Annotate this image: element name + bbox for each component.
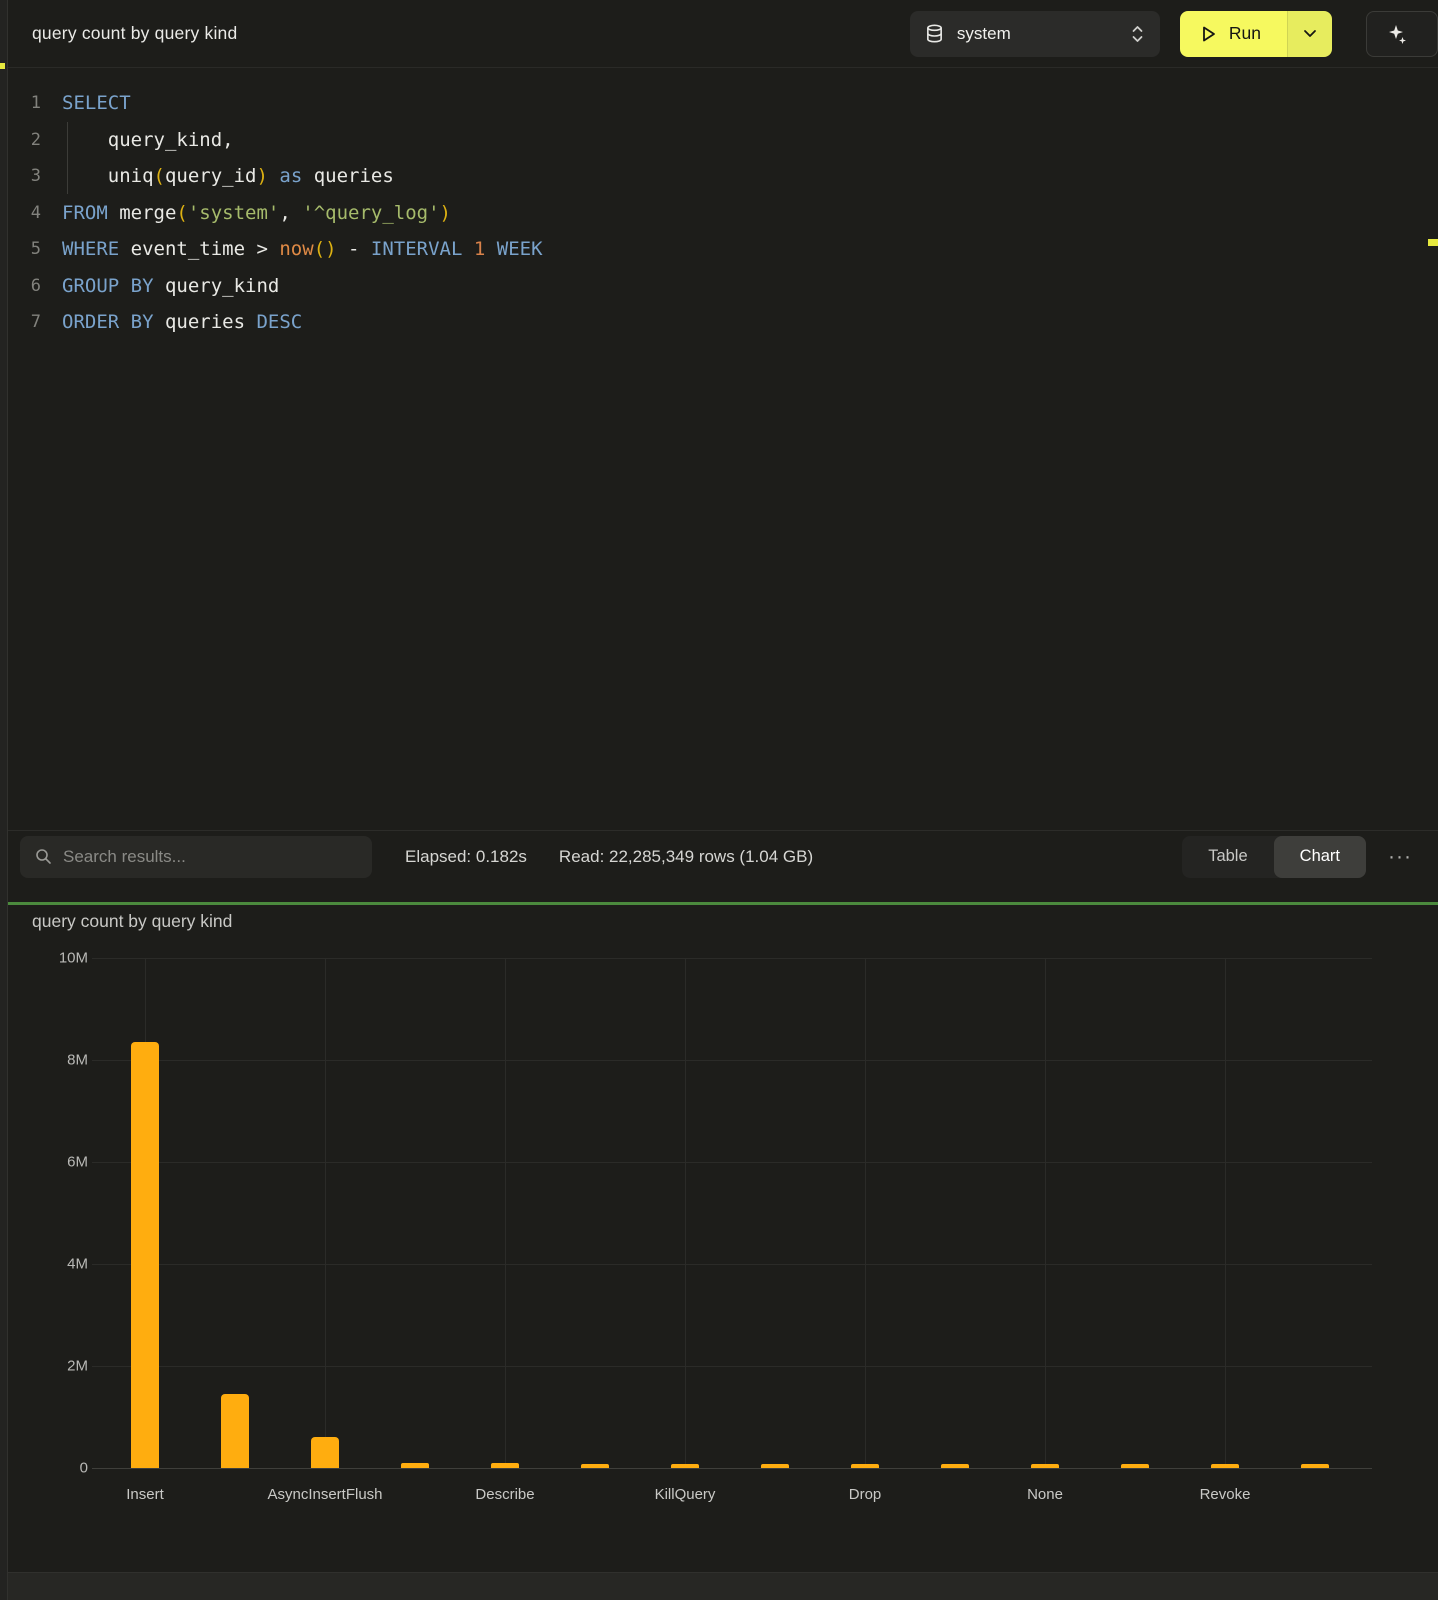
editor-overview-marker	[1428, 239, 1438, 246]
more-options-button[interactable]: ···	[1382, 842, 1418, 871]
chart-bar[interactable]	[1031, 1464, 1059, 1468]
code-text: query_kind,	[62, 129, 234, 151]
y-axis-tick-label: 10M	[44, 950, 88, 967]
y-axis-tick-label: 2M	[44, 1358, 88, 1375]
v-gridline	[325, 958, 326, 1468]
line-number: 6	[9, 276, 41, 296]
x-axis-tick-label: Revoke	[1200, 1486, 1251, 1503]
chart-panel: query count by query kind 02M4M6M8M10MIn…	[0, 905, 1438, 1600]
v-gridline	[1225, 958, 1226, 1468]
v-gridline	[865, 958, 866, 1468]
chart-bar[interactable]	[1301, 1464, 1329, 1468]
top-bar: query count by query kind system	[0, 0, 1438, 68]
sparkle-icon	[1385, 23, 1407, 45]
line-number: 2	[9, 130, 41, 150]
x-axis-tick-label: KillQuery	[655, 1486, 716, 1503]
y-axis-tick-label: 8M	[44, 1052, 88, 1069]
code-line: 7 ORDER BY queries DESC	[9, 304, 1438, 341]
elapsed-stat: Elapsed: 0.182s	[405, 847, 527, 867]
view-toggle: Table Chart	[1182, 836, 1366, 878]
search-box	[20, 836, 372, 878]
chart-bar[interactable]	[581, 1464, 609, 1468]
chart-bar[interactable]	[1121, 1464, 1149, 1468]
v-gridline	[1045, 958, 1046, 1468]
v-gridline	[685, 958, 686, 1468]
code-text: ORDER BY queries DESC	[62, 311, 302, 333]
play-icon	[1200, 25, 1217, 43]
updown-chevron-icon	[1130, 23, 1145, 45]
collapsed-sidebar-rail	[0, 0, 8, 1600]
chart-bar[interactable]	[491, 1463, 519, 1468]
chart-bar[interactable]	[851, 1464, 879, 1468]
sql-editor[interactable]: 1SELECT2 query_kind,3 uniq(query_id) as …	[9, 69, 1438, 830]
line-number: 4	[9, 203, 41, 223]
results-toolbar: Elapsed: 0.182s Read: 22,285,349 rows (1…	[0, 830, 1438, 882]
h-gridline	[92, 1060, 1372, 1061]
top-bar-actions: system Run	[910, 11, 1438, 57]
chart-bar[interactable]	[221, 1394, 249, 1468]
code-text: WHERE event_time > now() - INTERVAL 1 WE…	[62, 238, 543, 260]
database-selector[interactable]: system	[910, 11, 1160, 57]
chart-bar[interactable]	[941, 1464, 969, 1468]
code-line: 6 GROUP BY query_kind	[9, 268, 1438, 305]
chart-bar[interactable]	[761, 1464, 789, 1468]
search-input[interactable]	[63, 847, 357, 867]
search-icon	[35, 848, 52, 865]
y-axis-tick-label: 6M	[44, 1154, 88, 1171]
page-title: query count by query kind	[32, 23, 237, 44]
panel-resize-handle[interactable]	[0, 902, 1438, 905]
code-line: 5 WHERE event_time > now() - INTERVAL 1 W…	[9, 231, 1438, 268]
chart-plot: 0 2M 4M 6M 8M 10M Insert AsyncInsertFlush Descri…	[0, 905, 1438, 1600]
chevron-down-icon	[1303, 29, 1317, 38]
indent-guide	[67, 122, 68, 194]
bottom-panel-strip	[0, 1572, 1438, 1600]
x-axis-tick-label: Insert	[126, 1486, 164, 1503]
database-icon	[925, 24, 944, 44]
line-number: 5	[9, 239, 41, 259]
database-selector-value: system	[957, 24, 1011, 44]
read-stat: Read: 22,285,349 rows (1.04 GB)	[559, 847, 813, 867]
chart-bar[interactable]	[311, 1437, 339, 1468]
h-gridline	[92, 958, 1372, 959]
code-text: GROUP BY query_kind	[62, 275, 279, 297]
x-axis-line	[92, 1468, 1372, 1469]
y-axis-tick-label: 0	[44, 1460, 88, 1477]
format-query-button[interactable]	[1366, 11, 1438, 57]
run-button-label: Run	[1229, 23, 1261, 44]
results-view-controls: Table Chart ···	[1182, 836, 1418, 878]
chart-bar[interactable]	[1211, 1464, 1239, 1468]
left-edge-marker	[0, 63, 5, 69]
line-number: 1	[9, 93, 41, 113]
run-button[interactable]: Run	[1180, 11, 1287, 57]
line-number: 3	[9, 166, 41, 186]
code-line: 3 uniq(query_id) as queries	[9, 158, 1438, 195]
chart-bar[interactable]	[131, 1042, 159, 1468]
x-axis-tick-label: AsyncInsertFlush	[267, 1486, 382, 1503]
code-line: 1 SELECT	[9, 85, 1438, 122]
tab-chart[interactable]: Chart	[1274, 836, 1366, 878]
line-number: 7	[9, 312, 41, 332]
code-text: SELECT	[62, 92, 131, 114]
x-axis-tick-label: Drop	[849, 1486, 882, 1503]
code-line: 4 FROM merge('system', '^query_log')	[9, 195, 1438, 232]
y-axis-tick-label: 4M	[44, 1256, 88, 1273]
h-gridline	[92, 1366, 1372, 1367]
run-button-group: Run	[1180, 11, 1332, 57]
run-options-button[interactable]	[1287, 11, 1332, 57]
code-text: uniq(query_id) as queries	[62, 165, 394, 187]
x-axis-tick-label: None	[1027, 1486, 1063, 1503]
chart-bar[interactable]	[671, 1464, 699, 1468]
x-axis-tick-label: Describe	[475, 1486, 534, 1503]
code-line: 2 query_kind,	[9, 122, 1438, 159]
h-gridline	[92, 1162, 1372, 1163]
chart-bar[interactable]	[401, 1463, 429, 1468]
tab-table[interactable]: Table	[1182, 836, 1273, 878]
code-text: FROM merge('system', '^query_log')	[62, 202, 451, 224]
h-gridline	[92, 1264, 1372, 1265]
v-gridline	[505, 958, 506, 1468]
